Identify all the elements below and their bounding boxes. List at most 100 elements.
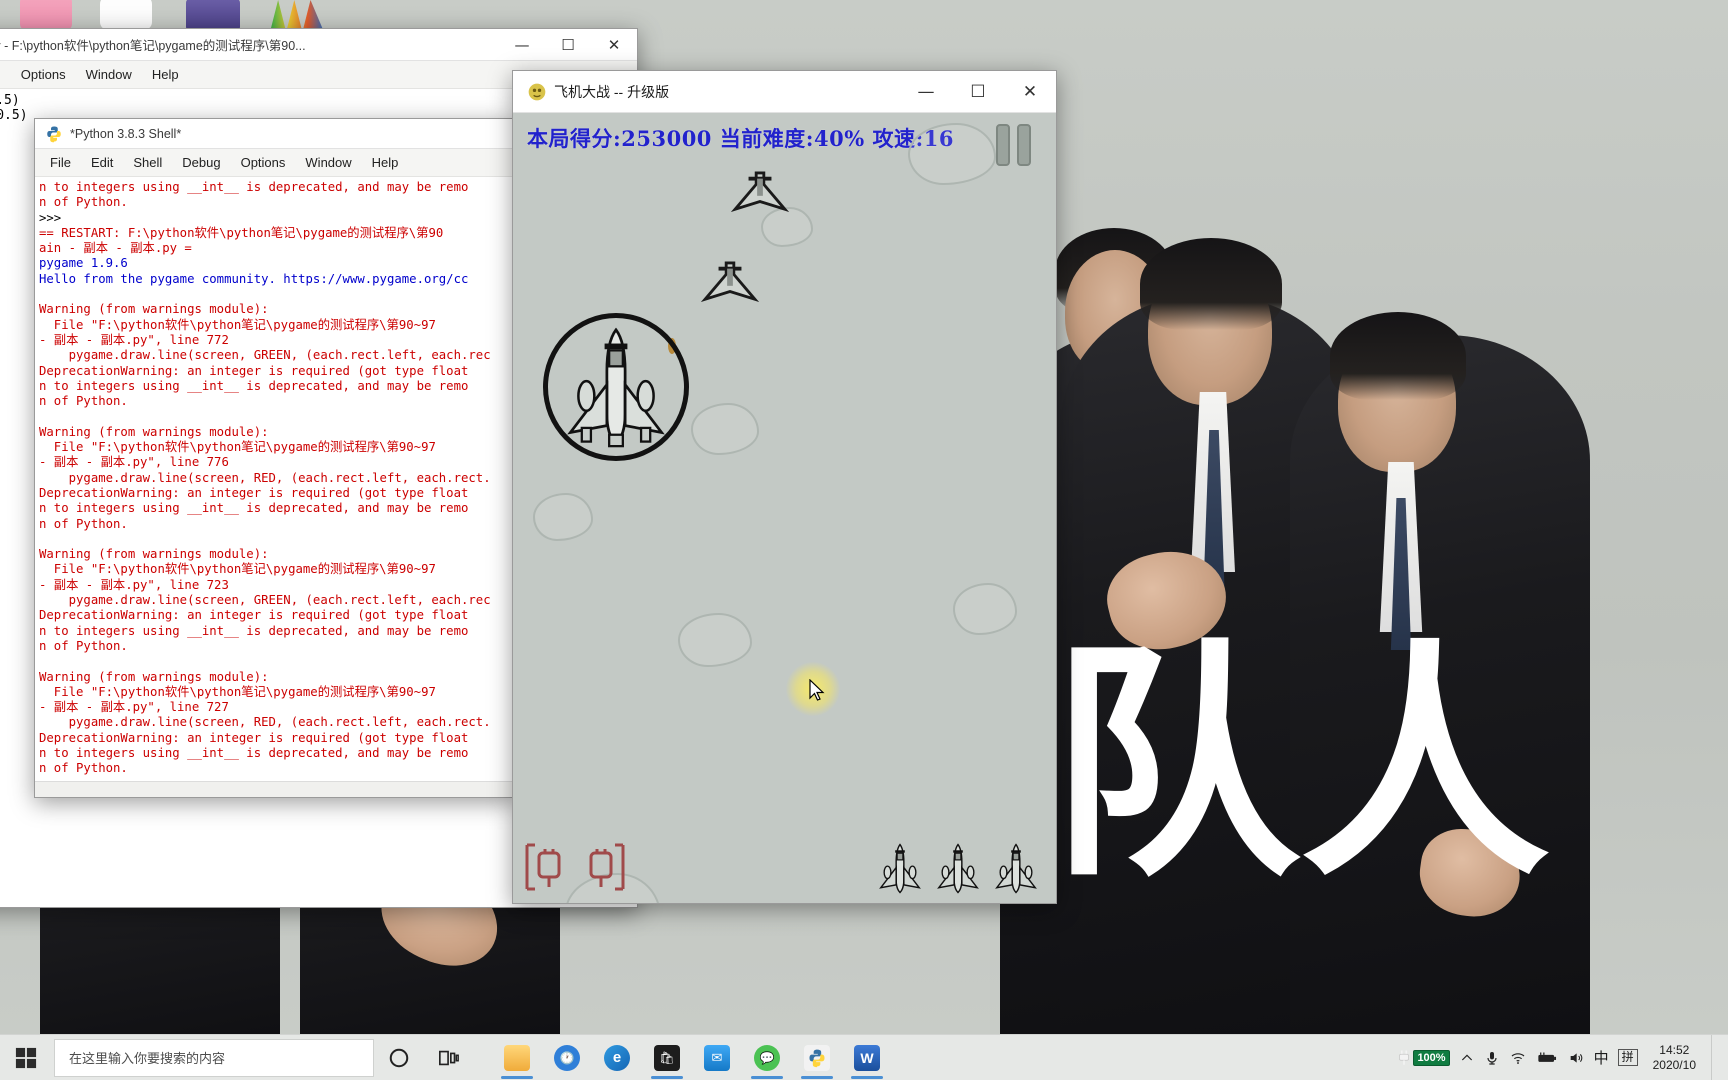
mail-icon: ✉ <box>704 1044 730 1071</box>
enemy-plane <box>731 171 789 212</box>
clock-date: 2020/10 <box>1652 1057 1696 1072</box>
taskbar-app-word[interactable]: W <box>842 1035 892 1080</box>
editor-menu-run[interactable]: Run <box>0 64 10 85</box>
game-maximize-button[interactable]: ☐ <box>952 71 1004 112</box>
white-arch-icon[interactable] <box>100 0 152 30</box>
game-plane-icon <box>528 83 546 100</box>
shell-output-line: Warning (from warnings module): <box>39 302 269 317</box>
shell-output-line: Warning (from warnings module): <box>39 669 269 684</box>
pink-app-icon[interactable] <box>20 0 72 30</box>
battery-icon[interactable] <box>1536 1050 1558 1066</box>
shell-output-line: n of Python. <box>39 195 128 210</box>
taskbar-app-file-explorer[interactable] <box>492 1035 542 1080</box>
shell-menu-edit[interactable]: Edit <box>82 152 122 173</box>
taskbar-app-mail[interactable]: ✉ <box>692 1035 742 1080</box>
game-close-button[interactable]: ✕ <box>1004 71 1056 112</box>
task-view-icon[interactable] <box>424 1035 474 1080</box>
active-indicator <box>801 1075 833 1079</box>
editor-minimize-button[interactable]: — <box>499 29 545 60</box>
shell-output-line: pygame.draw.line(screen, GREEN, (each.re… <box>39 348 491 363</box>
search-input[interactable]: 在这里输入你要搜索的内容 <box>54 1038 374 1077</box>
editor-maximize-button[interactable]: ☐ <box>545 29 591 60</box>
taskbar[interactable]: 在这里输入你要搜索的内容 🕐 e 🛍 ✉ 💬 W 100% 中 拼 14:52 … <box>0 1034 1728 1080</box>
shell-menu-window[interactable]: Window <box>296 152 360 173</box>
cloud-decoration <box>691 403 759 455</box>
game-canvas[interactable]: 本局得分:253000 当前难度:40% 攻速:16 <box>513 113 1056 903</box>
shell-output-line: pygame.draw.line(screen, GREEN, (each.re… <box>39 593 491 608</box>
shell-output-line: File "F:\python软件\python笔记\pygame的测试程序\第… <box>39 684 436 699</box>
game-titlebar[interactable]: 飞机大战 -- 升级版 — ☐ ✕ <box>513 71 1056 113</box>
shell-output-line: pygame 1.9.6 <box>39 256 128 271</box>
battery-percent-label: 100% <box>1413 1049 1450 1066</box>
game-window-controls: — ☐ ✕ <box>900 71 1056 112</box>
enemy-plane <box>701 261 759 302</box>
power-plug-icon[interactable]: 100% <box>1395 1049 1450 1067</box>
shell-output-line: n to integers using __int__ is deprecate… <box>39 623 469 638</box>
cloud-decoration <box>533 493 593 541</box>
wallpaper-big-character-1: 队人 <box>1050 619 1550 910</box>
shell-output-line: == RESTART: F:\python软件\python笔记\pygame的… <box>39 225 444 240</box>
cortana-circle-icon[interactable] <box>374 1035 424 1080</box>
shell-menu-file[interactable]: File <box>41 152 80 173</box>
shell-output-line: DeprecationWarning: an integer is requir… <box>39 608 469 623</box>
taskbar-app-python-idle[interactable] <box>792 1035 842 1080</box>
editor-close-button[interactable]: ✕ <box>591 29 637 60</box>
bomb-icon <box>525 843 561 891</box>
shell-output-line: n of Python. <box>39 394 128 409</box>
shell-titlebar[interactable]: *Python 3.8.3 Shell* <box>35 119 517 149</box>
python-icon <box>804 1044 830 1071</box>
system-tray[interactable]: 100% 中 拼 14:52 2020/10 <box>1395 1034 1728 1080</box>
shell-output-line: Hello from the pygame community. https:/… <box>39 271 469 286</box>
chevron-up-icon[interactable] <box>1459 1050 1475 1066</box>
bomb-inventory <box>521 839 629 895</box>
ime-pinyin-label[interactable]: 拼 <box>1617 1049 1638 1066</box>
wechat-icon: 💬 <box>754 1044 780 1071</box>
taskbar-app-store[interactable]: 🛍 <box>642 1035 692 1080</box>
editor-titlebar[interactable]: in - 副本 - 副本.py - F:\python软件\python笔记\p… <box>0 29 637 61</box>
shell-output-line: n to integers using __int__ is deprecate… <box>39 180 469 194</box>
life-indicator <box>876 841 1040 897</box>
ime-mode-label[interactable]: 中 <box>1594 1047 1609 1068</box>
shell-output-line <box>39 654 517 669</box>
game-minimize-button[interactable]: — <box>900 71 952 112</box>
shell-output-line: DeprecationWarning: an integer is requir… <box>39 730 469 745</box>
shell-menu-debug[interactable]: Debug <box>173 152 229 173</box>
shell-menu-options[interactable]: Options <box>232 152 295 173</box>
active-indicator <box>751 1075 783 1079</box>
shell-menu-shell[interactable]: Shell <box>124 152 171 173</box>
editor-menu-options[interactable]: Options <box>12 64 75 85</box>
shell-output-line <box>39 409 517 424</box>
bomb-icon <box>589 843 625 891</box>
life-plane-icon <box>995 843 1037 894</box>
wallpaper-hair-center <box>1140 238 1282 330</box>
shell-output-line: n of Python. <box>39 516 128 531</box>
shell-output-line: - 副本 - 副本.py", line 727 <box>39 700 229 715</box>
cloud-decoration <box>908 123 996 185</box>
editor-menu-window[interactable]: Window <box>77 64 141 85</box>
windows-start-icon[interactable] <box>0 1035 52 1080</box>
mouse-cursor <box>809 679 825 701</box>
wifi-icon[interactable] <box>1509 1050 1527 1066</box>
shell-output-line: pygame.draw.line(screen, RED, (each.rect… <box>39 715 491 730</box>
shell-menu-help[interactable]: Help <box>363 152 408 173</box>
pause-icon[interactable] <box>988 121 1038 169</box>
taskbar-clock[interactable]: 14:52 2020/10 <box>1647 1043 1702 1073</box>
game-window[interactable]: 飞机大战 -- 升级版 — ☐ ✕ 本局得分:253000 当前难度:40% 攻… <box>512 70 1057 904</box>
show-desktop-button[interactable] <box>1711 1034 1718 1080</box>
shell-output-area[interactable]: n to integers using __int__ is deprecate… <box>35 177 517 781</box>
store-icon: 🛍 <box>654 1044 680 1071</box>
volume-icon[interactable] <box>1567 1050 1585 1066</box>
shell-menubar[interactable]: File Edit Shell Debug Options Window Hel… <box>35 149 517 177</box>
player-plane[interactable] <box>543 313 689 461</box>
active-indicator <box>501 1075 533 1079</box>
taskbar-app-edge[interactable]: e <box>592 1035 642 1080</box>
microphone-icon[interactable] <box>1484 1049 1500 1067</box>
clock-icon: 🕐 <box>554 1044 580 1071</box>
python-shell-window[interactable]: *Python 3.8.3 Shell* File Edit Shell Deb… <box>34 118 518 798</box>
taskbar-app-clock[interactable]: 🕐 <box>542 1035 592 1080</box>
word-icon: W <box>854 1044 880 1071</box>
folder-icon <box>504 1044 530 1071</box>
shell-output-line: - 副本 - 副本.py", line 776 <box>39 455 229 470</box>
editor-menu-help[interactable]: Help <box>143 64 188 85</box>
taskbar-app-wechat[interactable]: 💬 <box>742 1035 792 1080</box>
